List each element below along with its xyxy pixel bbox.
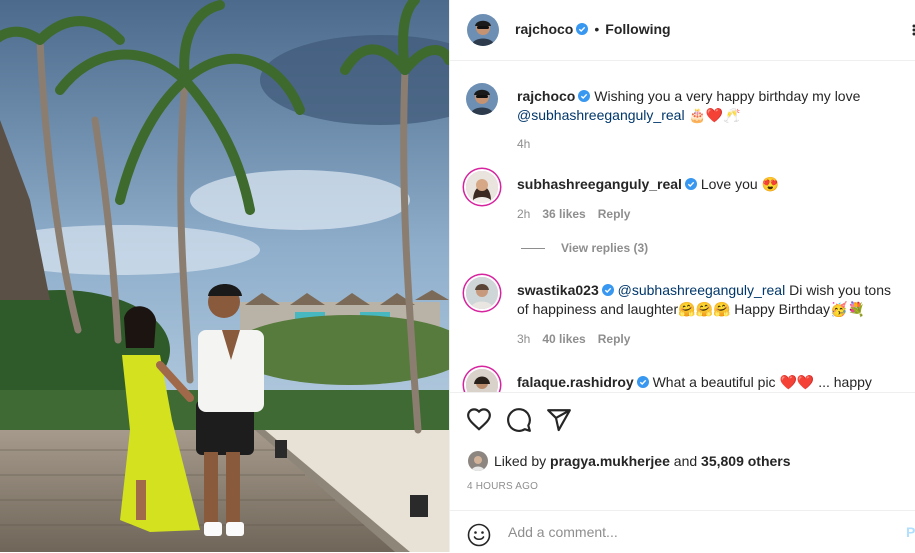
author-username[interactable]: rajchoco: [515, 21, 573, 37]
verified-badge-icon: [578, 90, 590, 102]
comment-likes[interactable]: 36 likes: [542, 207, 585, 221]
like-heart-icon[interactable]: [466, 407, 492, 433]
commenter-username[interactable]: swastika023: [517, 282, 599, 298]
commenter-username[interactable]: falaque.rashidroy: [517, 374, 634, 390]
header-separator: •: [594, 21, 599, 37]
comment-bubble-icon[interactable]: [506, 407, 532, 433]
comment-text: Love you 😍: [697, 176, 779, 192]
caption-avatar[interactable]: [466, 83, 498, 115]
verified-badge-icon: [637, 376, 649, 388]
commenter-avatar[interactable]: [466, 277, 498, 309]
post-timestamp[interactable]: 4 HOURS AGO: [467, 481, 538, 492]
view-replies-button[interactable]: View replies (3): [521, 241, 648, 255]
comment-meta: 3h 40 likes Reply: [517, 332, 642, 346]
liker-username[interactable]: pragya.mukherjee: [550, 453, 670, 469]
comment-meta: 2h 36 likes Reply: [517, 207, 642, 221]
action-bar: [450, 392, 915, 448]
comment-mention[interactable]: @subhashreeganguly_real: [618, 282, 786, 298]
add-comment-bar: P: [450, 510, 915, 553]
caption-mention[interactable]: @subhashreeganguly_real: [517, 107, 685, 123]
photo-illustration: [0, 0, 449, 552]
post-photo[interactable]: [0, 0, 449, 552]
verified-badge-icon: [576, 23, 588, 35]
likes-summary: Liked by pragya.mukherjee and 35,809 oth…: [468, 451, 791, 471]
commenter-username[interactable]: subhashreeganguly_real: [517, 176, 682, 192]
likes-middle: and: [670, 453, 701, 469]
comment-input[interactable]: [506, 523, 870, 541]
reply-button[interactable]: Reply: [598, 207, 631, 221]
commenter-avatar[interactable]: [466, 171, 498, 203]
likes-count-button[interactable]: 35,809 others: [701, 453, 791, 469]
emoji-smiley-icon[interactable]: [467, 523, 491, 547]
caption-time[interactable]: 4h: [517, 137, 530, 151]
likes-prefix: Liked by: [494, 453, 550, 469]
reply-button[interactable]: Reply: [598, 332, 631, 346]
verified-badge-icon: [685, 178, 697, 190]
view-replies-line: [521, 248, 545, 249]
post-header: rajchoco • Following: [450, 0, 915, 61]
post-comment-button[interactable]: P: [906, 524, 915, 540]
caption-meta: 4h: [517, 137, 542, 151]
comment-time[interactable]: 3h: [517, 332, 530, 346]
comments-list[interactable]: rajchoco Wishing you a very happy birthd…: [450, 61, 915, 392]
caption-username[interactable]: rajchoco: [517, 88, 575, 104]
author-avatar[interactable]: [467, 14, 499, 46]
comment-text: What a beautiful pic ❤️❤️ ... happy: [649, 374, 872, 390]
share-send-icon[interactable]: [546, 407, 572, 433]
comment-likes[interactable]: 40 likes: [542, 332, 585, 346]
view-replies-label: View replies (3): [561, 241, 648, 255]
liker-avatar[interactable]: [468, 451, 488, 471]
caption-emoji: 🎂❤️🥂: [685, 107, 741, 123]
following-button[interactable]: Following: [605, 21, 670, 37]
post-side-panel: rajchoco • Following rajchoco Wishing you …: [449, 0, 915, 552]
commenter-avatar[interactable]: [466, 369, 498, 392]
caption-text: Wishing you a very happy birthday my lov…: [590, 88, 860, 104]
comment-time[interactable]: 2h: [517, 207, 530, 221]
verified-badge-icon: [602, 284, 614, 296]
